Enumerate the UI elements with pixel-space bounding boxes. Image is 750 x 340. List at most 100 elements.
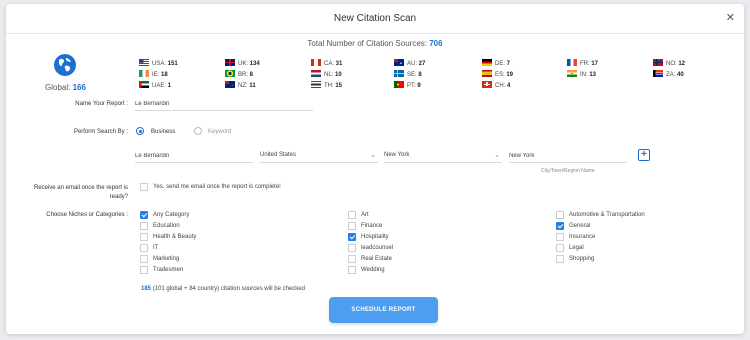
category-label[interactable]: Health & Beauty (153, 234, 196, 240)
keyword-radio[interactable] (194, 127, 202, 135)
global-value: 166 (72, 83, 86, 92)
category-checkbox[interactable] (140, 255, 148, 263)
country-select-value: United States (260, 152, 297, 158)
flag-pt-icon (394, 81, 404, 88)
category-label[interactable]: Legal (569, 245, 584, 251)
category-label[interactable]: Hospitality (361, 234, 389, 240)
country-label: TH: (324, 83, 336, 89)
country-value: 11 (249, 83, 256, 89)
country-label: NZ: (238, 83, 250, 89)
category-label[interactable]: leadcounsel (361, 245, 393, 251)
category-checkbox[interactable] (556, 244, 564, 252)
country-label: BR: (238, 72, 250, 78)
email-label-line-1: Receive an email once the report is (33, 185, 128, 191)
niches-label: Choose Niches or Categories : (46, 212, 128, 218)
chevron-down-icon: ⌄ (370, 152, 376, 159)
category-label[interactable]: Automotive & Transportation (569, 212, 645, 218)
category-label[interactable]: IT (153, 245, 158, 251)
category-label[interactable]: Insurance (569, 234, 595, 240)
state-select[interactable]: New York ⌄ (384, 149, 502, 163)
category-label[interactable]: General (569, 223, 590, 229)
country-count-de: DE: 7 (482, 59, 510, 69)
category-label[interactable]: Tradesmen (153, 267, 183, 273)
keyword-radio-label[interactable]: Keyword (208, 129, 231, 135)
sources-summary: 185 (101 global + 84 country) citation s… (141, 286, 305, 292)
category-label[interactable]: Real Estate (361, 256, 392, 262)
category-label[interactable]: Any Category (153, 212, 189, 218)
category-checkbox[interactable] (140, 211, 148, 219)
country-count-es: ES: 19 (482, 70, 513, 80)
country-label: UAE: (152, 83, 168, 89)
category-checkbox[interactable] (348, 255, 356, 263)
flag-au-icon (394, 59, 404, 66)
total-citation-sources: Total Number of Citation Sources: 706 (6, 39, 744, 48)
country-label: ZA: (666, 72, 678, 78)
country-value: 8 (249, 72, 254, 78)
sources-count: 185 (141, 286, 152, 292)
city-input[interactable] (509, 149, 627, 163)
category-checkbox[interactable] (348, 233, 356, 241)
country-count-no: NO: 12 (653, 59, 685, 69)
category-label[interactable]: Art (361, 212, 369, 218)
country-label: NO: (666, 61, 679, 67)
category-label[interactable]: Marketing (153, 256, 179, 262)
country-select[interactable]: United States ⌄ (260, 149, 378, 163)
country-value: 7 (506, 61, 511, 67)
state-select-value: New York (384, 152, 410, 158)
country-count-uk: UK: 134 (225, 59, 260, 69)
country-value: 4 (507, 83, 511, 89)
category-checkbox[interactable] (140, 266, 148, 274)
category-checkbox[interactable] (348, 211, 356, 219)
category-checkbox[interactable] (348, 266, 356, 274)
country-count-au: AU: 27 (394, 59, 425, 69)
country-count-fr: FR: 17 (567, 59, 598, 69)
country-value: 19 (506, 72, 514, 78)
flag-es-icon (482, 70, 492, 77)
plus-icon[interactable]: + (638, 149, 650, 161)
flag-no-icon (653, 59, 663, 66)
category-label[interactable]: Finance (361, 223, 382, 229)
new-citation-scan-modal: New Citation Scan ✕ Total Number of Cita… (6, 4, 744, 334)
category-checkbox[interactable] (140, 222, 148, 230)
business-name-input[interactable] (135, 149, 253, 163)
category-label[interactable]: Shopping (569, 256, 594, 262)
business-radio-label[interactable]: Business (151, 129, 175, 135)
email-checkbox-label[interactable]: Yes, send me email once the report is co… (153, 184, 281, 190)
country-label: DE: (495, 61, 507, 67)
category-checkbox[interactable] (140, 244, 148, 252)
flag-fr-icon (567, 59, 577, 66)
close-icon[interactable]: ✕ (726, 11, 735, 24)
country-count-ch: CH: 4 (482, 81, 510, 91)
country-label: NL: (324, 72, 336, 78)
business-radio[interactable] (136, 127, 144, 135)
flag-se-icon (394, 70, 404, 77)
category-checkbox[interactable] (556, 233, 564, 241)
country-count-ae: UAE: 1 (139, 81, 171, 91)
category-label[interactable]: Wedding (361, 267, 385, 273)
country-value: 15 (335, 83, 343, 89)
total-label: Total Number of Citation Sources: (307, 39, 427, 48)
country-count-br: BR: 8 (225, 70, 253, 80)
country-count-ie: IE: 18 (139, 70, 168, 80)
country-value: 27 (418, 61, 426, 67)
country-value: 13 (589, 72, 597, 78)
country-value: 40 (677, 72, 684, 78)
email-checkbox[interactable] (140, 183, 148, 191)
global-count: Global: 166 (45, 83, 86, 92)
category-label[interactable]: Education (153, 223, 180, 229)
country-value: 10 (335, 72, 342, 78)
report-name-input[interactable] (135, 97, 313, 111)
country-label: CH: (495, 83, 507, 89)
country-value: 17 (591, 61, 599, 67)
flag-in-icon (567, 70, 577, 77)
category-checkbox[interactable] (556, 255, 564, 263)
category-checkbox[interactable] (556, 222, 564, 230)
schedule-report-button[interactable]: SCHEDULE REPORT (329, 297, 438, 323)
global-label: Global: (45, 83, 71, 92)
category-checkbox[interactable] (140, 233, 148, 241)
country-count-us: USA: 151 (139, 59, 178, 69)
category-checkbox[interactable] (348, 222, 356, 230)
category-checkbox[interactable] (556, 211, 564, 219)
total-value: 706 (429, 39, 443, 48)
category-checkbox[interactable] (348, 244, 356, 252)
